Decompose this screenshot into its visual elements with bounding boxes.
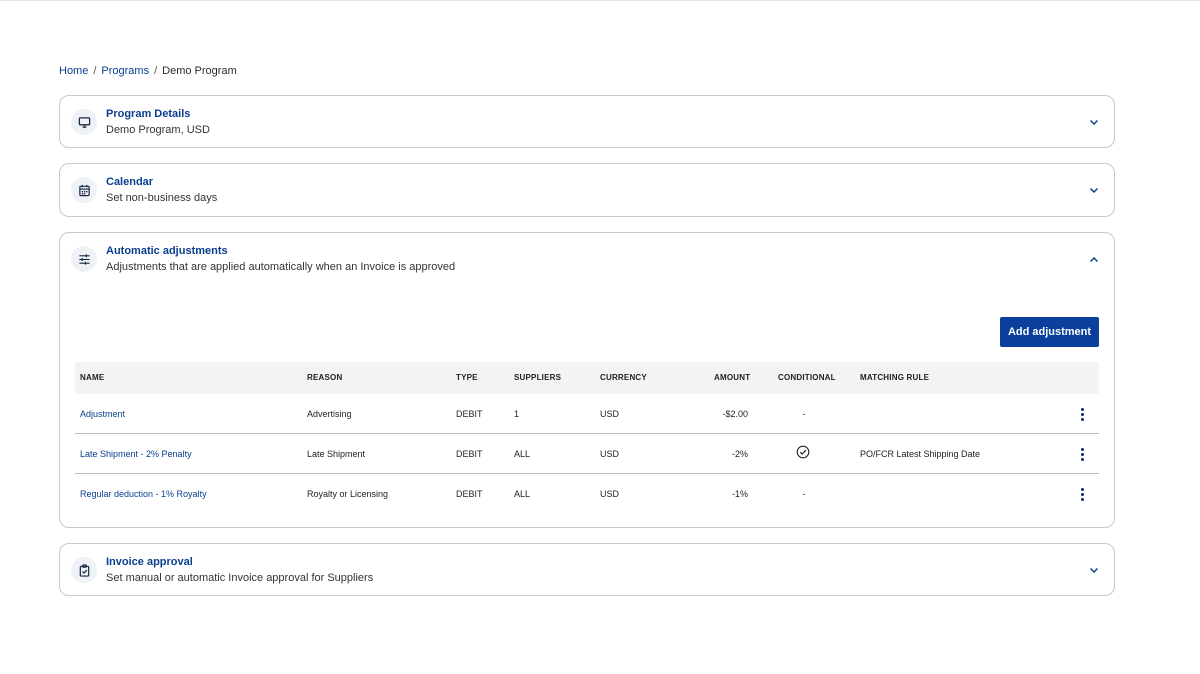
cell-currency: USD — [600, 449, 620, 459]
calendar-header[interactable]: Calendar Set non-business days — [60, 164, 1114, 215]
program-details-header[interactable]: Program Details Demo Program, USD — [60, 96, 1114, 147]
calendar-subtitle: Set non-business days — [106, 192, 218, 204]
monitor-icon — [71, 109, 97, 135]
invoice-approval-header[interactable]: Invoice approval Set manual or automatic… — [60, 544, 1114, 595]
check-circle-icon — [796, 445, 810, 464]
cell-type: DEBIT — [456, 449, 483, 459]
cell-currency: USD — [600, 489, 620, 499]
cell-suppliers: ALL — [514, 449, 531, 459]
adjustment-name-link[interactable]: Adjustment — [80, 409, 125, 419]
calendar-icon — [71, 177, 97, 203]
breadcrumb-separator: / — [93, 65, 97, 77]
program-details-title: Program Details — [106, 108, 191, 120]
adjustment-name-link[interactable]: Late Shipment - 2% Penalty — [80, 449, 192, 459]
column-header-amount[interactable]: AMOUNT — [714, 373, 750, 382]
column-header-suppliers[interactable]: SUPPLIERS — [514, 373, 561, 382]
cell-type: DEBIT — [456, 409, 483, 419]
automatic-adjustments-title: Automatic adjustments — [106, 245, 228, 257]
sliders-icon — [71, 246, 97, 272]
cell-matching-rule: PO/FCR Latest Shipping Date — [860, 449, 981, 459]
cell-conditional: - — [802, 409, 806, 419]
cell-type: DEBIT — [456, 489, 483, 499]
program-details-subtitle: Demo Program, USD — [106, 124, 210, 136]
cell-reason: Advertising — [307, 409, 352, 419]
calendar-title: Calendar — [106, 176, 154, 188]
table-row: Regular deduction - 1% Royalty Royalty o… — [75, 474, 1099, 514]
automatic-adjustments-panel: Automatic adjustments Adjustments that a… — [59, 232, 1115, 528]
row-actions-kebab-icon[interactable] — [1077, 446, 1087, 462]
program-details-panel: Program Details Demo Program, USD — [59, 95, 1115, 148]
adjustments-table: NAME REASON TYPE SUPPLIERS CURRENCY AMOU… — [75, 362, 1099, 514]
cell-conditional: - — [802, 489, 806, 499]
invoice-approval-subtitle: Set manual or automatic Invoice approval… — [106, 572, 374, 584]
row-actions-kebab-icon[interactable] — [1077, 406, 1087, 422]
column-header-matching-rule[interactable]: MATCHING RULE — [860, 373, 929, 382]
cell-reason: Late Shipment — [307, 449, 366, 459]
table-header: NAME REASON TYPE SUPPLIERS CURRENCY AMOU… — [75, 362, 1099, 394]
chevron-down-icon[interactable] — [1087, 183, 1101, 197]
chevron-up-icon[interactable] — [1087, 252, 1101, 266]
cell-suppliers: ALL — [514, 489, 531, 499]
cell-currency: USD — [600, 409, 620, 419]
cell-suppliers: 1 — [514, 409, 520, 419]
clipboard-check-icon — [71, 557, 97, 583]
cell-reason: Royalty or Licensing — [307, 489, 389, 499]
breadcrumb-current: Demo Program — [162, 65, 237, 77]
row-actions-kebab-icon[interactable] — [1077, 486, 1087, 502]
breadcrumb-programs[interactable]: Programs — [101, 65, 149, 77]
top-divider — [0, 0, 1200, 1]
column-header-conditional[interactable]: CONDITIONAL — [778, 373, 836, 382]
adjustment-name-link[interactable]: Regular deduction - 1% Royalty — [80, 489, 207, 499]
cell-amount: -$2.00 — [722, 409, 748, 419]
cell-amount: -2% — [731, 449, 748, 459]
breadcrumb: Home / Programs / Demo Program — [59, 65, 237, 77]
calendar-panel: Calendar Set non-business days — [59, 163, 1115, 217]
invoice-approval-panel: Invoice approval Set manual or automatic… — [59, 543, 1115, 596]
chevron-down-icon[interactable] — [1087, 563, 1101, 577]
invoice-approval-title: Invoice approval — [106, 556, 193, 568]
automatic-adjustments-subtitle: Adjustments that are applied automatical… — [106, 261, 456, 273]
table-row: Late Shipment - 2% Penalty Late Shipment… — [75, 434, 1099, 474]
column-header-reason[interactable]: REASON — [307, 373, 342, 382]
column-header-currency[interactable]: CURRENCY — [600, 373, 647, 382]
automatic-adjustments-header[interactable]: Automatic adjustments Adjustments that a… — [60, 233, 1114, 284]
table-row: Adjustment Advertising DEBIT 1 USD -$2.0… — [75, 394, 1099, 434]
column-header-type[interactable]: TYPE — [456, 373, 478, 382]
add-adjustment-button[interactable]: Add adjustment — [1000, 317, 1099, 347]
breadcrumb-home[interactable]: Home — [59, 65, 88, 77]
cell-amount: -1% — [731, 489, 748, 499]
column-header-name[interactable]: NAME — [80, 373, 104, 382]
breadcrumb-separator: / — [154, 65, 158, 77]
chevron-down-icon[interactable] — [1087, 115, 1101, 129]
